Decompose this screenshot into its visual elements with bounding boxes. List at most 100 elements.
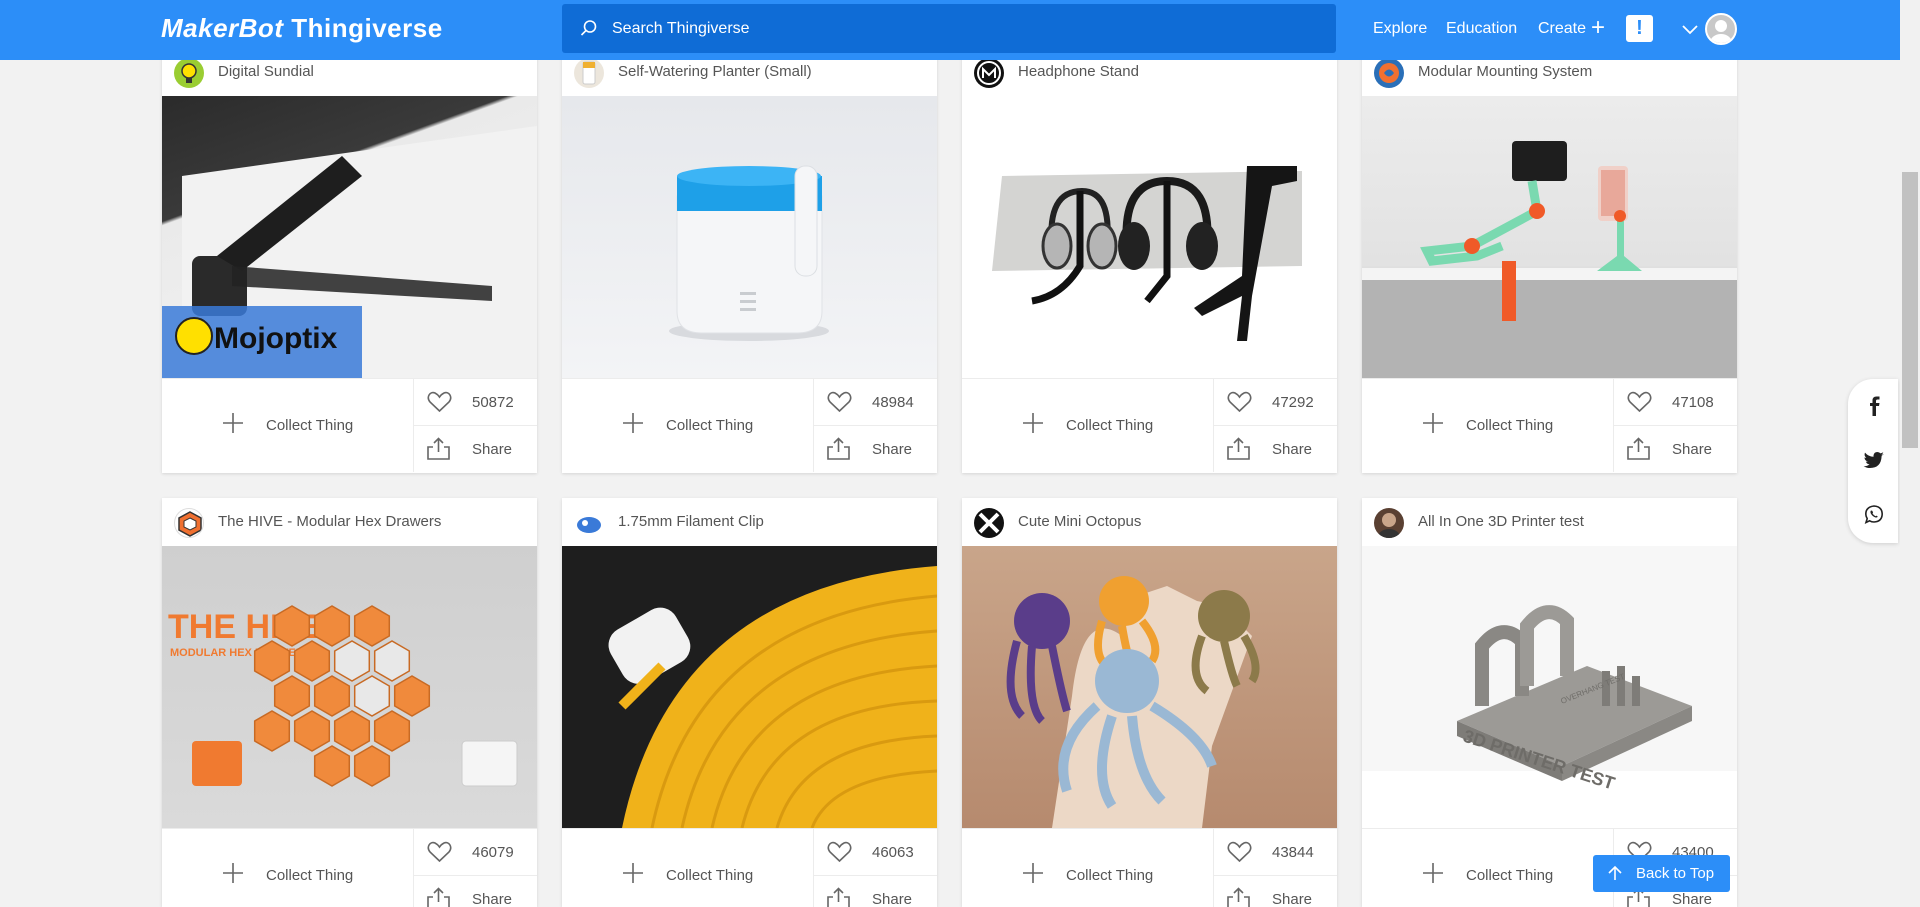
collect-thing-button[interactable]: Collect Thing — [562, 378, 814, 472]
like-button[interactable]: 47108 — [1614, 378, 1737, 425]
hex-drawers — [253, 605, 431, 787]
thing-image[interactable] — [962, 546, 1337, 828]
logo[interactable]: MakerBot Thingiverse — [161, 13, 443, 44]
creator-avatar[interactable] — [974, 58, 1004, 88]
hex-drawer — [353, 745, 391, 787]
collect-label: Collect Thing — [666, 867, 754, 884]
thing-card[interactable]: Cute Mini Octopus Collect Thing 43844 Sh… — [962, 498, 1337, 907]
plus-icon — [623, 863, 643, 883]
collect-thing-button[interactable]: Collect Thing — [162, 828, 414, 907]
share-button[interactable]: Share — [1214, 875, 1337, 907]
search-input[interactable] — [612, 4, 1312, 53]
thing-card[interactable]: Modular Mounting System Collect Thing 47… — [1362, 48, 1737, 473]
hex-drawer — [313, 745, 351, 787]
scrollbar-track[interactable] — [1900, 0, 1920, 907]
collect-thing-button[interactable]: Collect Thing — [562, 828, 814, 907]
creator-avatar[interactable] — [174, 58, 204, 88]
nav-explore[interactable]: Explore — [1373, 20, 1427, 38]
creator-avatar[interactable] — [1374, 58, 1404, 88]
like-button[interactable]: 46063 — [814, 828, 937, 875]
alert-icon[interactable]: ! — [1626, 15, 1653, 42]
creator-avatar[interactable] — [174, 508, 204, 538]
logo-brand: MakerBot — [161, 13, 284, 43]
hex-drawer — [293, 710, 331, 752]
thing-image[interactable] — [562, 546, 937, 828]
thing-image[interactable]: 3D PRINTER TEST OVERHANG TEST — [1362, 546, 1737, 828]
like-button[interactable]: 47292 — [1214, 378, 1337, 425]
thing-title[interactable]: Modular Mounting System — [1418, 63, 1592, 80]
share-button[interactable]: Share — [814, 875, 937, 907]
thing-title[interactable]: Cute Mini Octopus — [1018, 513, 1141, 530]
share-label: Share — [1672, 891, 1713, 907]
share-label: Share — [1272, 891, 1313, 907]
like-count: 43844 — [1272, 844, 1314, 861]
logo-name: Thingiverse — [291, 13, 443, 43]
share-button[interactable]: Share — [814, 425, 937, 472]
thing-title[interactable]: 1.75mm Filament Clip — [618, 513, 764, 530]
share-button[interactable]: Share — [414, 425, 537, 472]
scrollbar-thumb[interactable] — [1902, 172, 1918, 448]
thing-card[interactable]: All In One 3D Printer test 3D PRINTER TE… — [1362, 498, 1737, 907]
thing-image[interactable] — [962, 96, 1337, 378]
like-count: 47108 — [1672, 394, 1714, 411]
share-button[interactable]: Share — [1214, 425, 1337, 472]
search-icon — [580, 20, 597, 36]
chevron-down-icon[interactable] — [1681, 20, 1699, 38]
creator-avatar[interactable] — [574, 508, 604, 538]
hex-drawer — [373, 710, 411, 752]
collect-label: Collect Thing — [1066, 867, 1154, 884]
plus-icon — [1423, 863, 1443, 883]
thing-image[interactable] — [1362, 96, 1737, 378]
collect-thing-button[interactable]: Collect Thing — [962, 378, 1214, 472]
back-to-top-button[interactable]: Back to Top — [1593, 855, 1730, 892]
heart-icon — [1227, 391, 1252, 413]
share-label: Share — [1672, 441, 1713, 458]
creator-avatar[interactable] — [974, 508, 1004, 538]
collect-thing-button[interactable]: Collect Thing — [962, 828, 1214, 907]
creator-avatar[interactable] — [1374, 508, 1404, 538]
nav-create-label: Create — [1538, 20, 1587, 37]
share-label: Share — [872, 891, 913, 907]
whatsapp-icon[interactable] — [1863, 503, 1885, 525]
like-button[interactable]: 43844 — [1214, 828, 1337, 875]
thing-image[interactable]: Mojoptix — [162, 96, 537, 378]
thing-title[interactable]: All In One 3D Printer test — [1418, 513, 1584, 530]
facebook-icon[interactable] — [1863, 394, 1885, 416]
thing-image[interactable] — [562, 96, 937, 378]
thing-card[interactable]: Headphone Stand Collect Thing 47292 Shar… — [962, 48, 1337, 473]
like-button[interactable]: 48984 — [814, 378, 937, 425]
search-bar[interactable] — [562, 4, 1336, 53]
hex-drawer — [333, 640, 371, 682]
card-header: Cute Mini Octopus — [962, 498, 1337, 546]
hex-drawer — [253, 710, 291, 752]
thing-title[interactable]: The HIVE - Modular Hex Drawers — [218, 513, 441, 530]
hex-drawer — [333, 710, 371, 752]
plus-icon — [1423, 413, 1443, 433]
collect-thing-button[interactable]: Collect Thing — [1362, 828, 1614, 907]
thing-title[interactable]: Self-Watering Planter (Small) — [618, 63, 812, 80]
like-count: 47292 — [1272, 394, 1314, 411]
share-icon — [1227, 437, 1250, 460]
like-button[interactable]: 50872 — [414, 378, 537, 425]
thing-title[interactable]: Digital Sundial — [218, 63, 314, 80]
nav-education[interactable]: Education — [1446, 20, 1517, 38]
twitter-icon[interactable] — [1863, 449, 1885, 471]
share-label: Share — [472, 441, 513, 458]
share-icon — [827, 437, 850, 460]
thing-card[interactable]: 1.75mm Filament Clip Collect Thing 46063… — [562, 498, 937, 907]
thing-image[interactable]: THE HIVE MODULAR HEX DRAWERS — [162, 546, 537, 828]
collect-thing-button[interactable]: Collect Thing — [1362, 378, 1614, 472]
like-count: 46079 — [472, 844, 514, 861]
user-avatar[interactable] — [1705, 13, 1737, 45]
share-button[interactable]: Share — [1614, 425, 1737, 472]
thing-card[interactable]: Self-Watering Planter (Small) Collect Th… — [562, 48, 937, 473]
nav-create[interactable]: Create + — [1538, 16, 1605, 40]
collect-label: Collect Thing — [1066, 417, 1154, 434]
like-button[interactable]: 46079 — [414, 828, 537, 875]
collect-thing-button[interactable]: Collect Thing — [162, 378, 414, 472]
creator-avatar[interactable] — [574, 58, 604, 88]
thing-card[interactable]: The HIVE - Modular Hex Drawers THE HIVE … — [162, 498, 537, 907]
share-button[interactable]: Share — [414, 875, 537, 907]
thing-card[interactable]: Digital Sundial Mojoptix Collect Thing 5… — [162, 48, 537, 473]
thing-title[interactable]: Headphone Stand — [1018, 63, 1139, 80]
